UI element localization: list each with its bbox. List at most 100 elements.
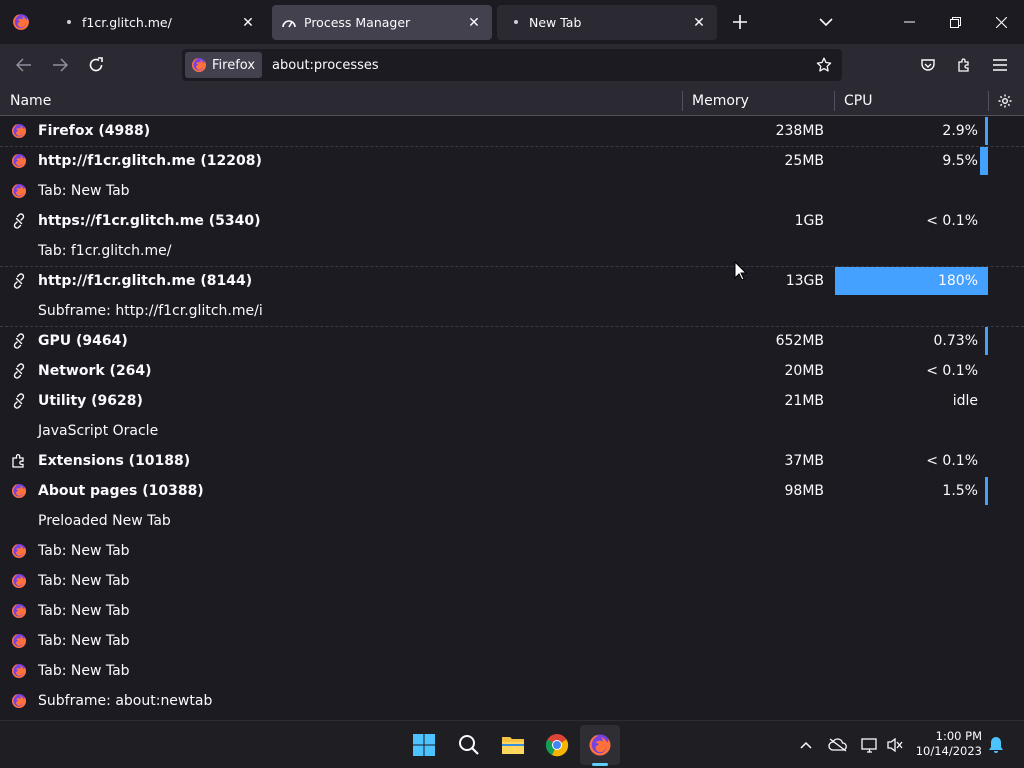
- process-memory: [690, 656, 824, 686]
- firefox-icon: [192, 58, 206, 72]
- process-child-row[interactable]: Tab: f1cr.glitch.me/: [0, 236, 1024, 266]
- process-row[interactable]: Utility (9628) 21MB idle: [0, 386, 1024, 416]
- process-cpu: < 0.1%: [926, 213, 978, 229]
- process-cpu: [844, 296, 978, 326]
- process-memory: [690, 416, 824, 446]
- process-child-row[interactable]: Tab: New Tab: [0, 176, 1024, 206]
- process-row[interactable]: Extensions (10188) 37MB < 0.1%: [0, 446, 1024, 476]
- column-header-memory[interactable]: Memory: [682, 86, 834, 115]
- process-memory: [690, 686, 824, 716]
- process-child-row[interactable]: Subframe: http://f1cr.glitch.me/i: [0, 296, 1024, 326]
- tab-process-manager[interactable]: Process Manager ✕: [272, 5, 492, 40]
- process-child-row[interactable]: JavaScript Oracle: [0, 416, 1024, 446]
- column-header-name[interactable]: Name: [0, 86, 682, 115]
- process-name: Tab: New Tab: [38, 573, 130, 589]
- process-row[interactable]: About pages (10388) 98MB 1.5%: [0, 476, 1024, 506]
- firefox-icon: [11, 693, 27, 709]
- close-window-icon[interactable]: [978, 0, 1024, 44]
- file-explorer-icon[interactable]: [497, 729, 529, 761]
- restore-icon[interactable]: [932, 0, 978, 44]
- back-arrow-icon[interactable]: [11, 52, 37, 78]
- extensions-puzzle-icon[interactable]: [951, 52, 977, 78]
- firefox-menu-icon[interactable]: [12, 13, 30, 31]
- process-child-row[interactable]: Tab: New Tab: [0, 656, 1024, 686]
- gear-icon[interactable]: [997, 93, 1013, 109]
- network-icon[interactable]: [860, 735, 880, 755]
- process-memory: [690, 536, 824, 566]
- column-header-cpu[interactable]: CPU: [834, 86, 988, 115]
- system-clock[interactable]: 1:00 PM 10/14/2023: [912, 729, 982, 759]
- windows-start-icon[interactable]: [408, 729, 440, 761]
- new-tab-plus-icon[interactable]: [728, 10, 752, 34]
- process-child-row[interactable]: Tab: New Tab: [0, 536, 1024, 566]
- close-icon[interactable]: ✕: [466, 15, 482, 31]
- puzzle-link-icon: [11, 213, 27, 229]
- tab-new-tab[interactable]: New Tab ✕: [497, 5, 717, 40]
- process-memory: 25MB: [784, 153, 825, 169]
- hamburger-menu-icon[interactable]: [987, 52, 1013, 78]
- process-cpu: [844, 656, 978, 686]
- cloud-offline-icon[interactable]: [828, 735, 848, 755]
- process-cpu: idle: [952, 393, 978, 409]
- process-row[interactable]: GPU (9464) 652MB 0.73%: [0, 326, 1024, 356]
- process-name: http://f1cr.glitch.me (12208): [38, 153, 262, 169]
- firefox-icon: [11, 153, 27, 169]
- process-cpu: [844, 506, 978, 536]
- process-row[interactable]: http://f1cr.glitch.me (8144) 13GB 180%: [0, 266, 1024, 296]
- process-cpu: < 0.1%: [926, 453, 978, 469]
- process-table: Name Memory CPU Firefox (4988) 238MB 2.9% h…: [0, 86, 1024, 720]
- process-cpu: [844, 416, 978, 446]
- tab-f1cr[interactable]: f1cr.glitch.me/ ✕: [50, 5, 266, 40]
- url-input[interactable]: about:processes: [272, 58, 810, 73]
- firefox-icon[interactable]: [584, 729, 616, 761]
- notification-bell-icon[interactable]: [986, 735, 1006, 755]
- process-memory: 238MB: [775, 123, 824, 139]
- clock-time: 1:00 PM: [935, 729, 982, 743]
- firefox-icon: [11, 183, 27, 199]
- reload-icon[interactable]: [83, 52, 109, 78]
- show-hidden-icons-chevron-up-icon[interactable]: [796, 735, 816, 755]
- process-cpu: [844, 236, 978, 266]
- process-name: Tab: New Tab: [38, 633, 130, 649]
- minimize-icon[interactable]: [886, 0, 932, 44]
- volume-muted-icon[interactable]: [885, 735, 905, 755]
- chrome-icon[interactable]: [541, 729, 573, 761]
- process-name: Tab: New Tab: [38, 543, 130, 559]
- process-name: JavaScript Oracle: [38, 423, 159, 439]
- bookmark-star-icon[interactable]: [810, 51, 838, 79]
- process-child-row[interactable]: Preloaded New Tab: [0, 506, 1024, 536]
- url-bar[interactable]: Firefox about:processes: [182, 49, 842, 81]
- clock-date: 10/14/2023: [915, 744, 982, 758]
- process-cpu: 180%: [937, 273, 978, 289]
- process-row[interactable]: Network (264) 20MB < 0.1%: [0, 356, 1024, 386]
- process-name: Utility (9628): [38, 393, 143, 409]
- close-icon[interactable]: ✕: [691, 15, 707, 31]
- tab-label: f1cr.glitch.me/: [82, 15, 172, 30]
- process-child-row[interactable]: Subframe: about:newtab: [0, 686, 1024, 716]
- process-cpu: 1.5%: [942, 483, 978, 499]
- forward-arrow-icon[interactable]: [47, 52, 73, 78]
- process-child-row[interactable]: Tab: New Tab: [0, 626, 1024, 656]
- process-row[interactable]: https://f1cr.glitch.me (5340) 1GB < 0.1%: [0, 206, 1024, 236]
- process-memory: [690, 566, 824, 596]
- pocket-icon[interactable]: [915, 52, 941, 78]
- process-cpu: [844, 176, 978, 206]
- process-row[interactable]: Firefox (4988) 238MB 2.9%: [0, 116, 1024, 146]
- process-cpu: 9.5%: [942, 153, 978, 169]
- identity-box[interactable]: Firefox: [185, 52, 263, 78]
- firefox-icon: [11, 663, 27, 679]
- process-memory: 652MB: [775, 333, 824, 349]
- process-memory: [690, 506, 824, 536]
- process-child-row[interactable]: Tab: New Tab: [0, 596, 1024, 626]
- table-header: Name Memory CPU: [0, 86, 1024, 116]
- search-icon[interactable]: [453, 729, 485, 761]
- column-divider[interactable]: [988, 91, 989, 111]
- process-name: Preloaded New Tab: [38, 513, 171, 529]
- close-icon[interactable]: ✕: [240, 15, 256, 31]
- process-child-row[interactable]: Tab: New Tab: [0, 566, 1024, 596]
- list-all-tabs-chevron-down-icon[interactable]: [814, 10, 838, 34]
- process-row[interactable]: http://f1cr.glitch.me (12208) 25MB 9.5%: [0, 146, 1024, 176]
- process-name: About pages (10388): [38, 483, 204, 499]
- firefox-icon: [11, 633, 27, 649]
- process-name: https://f1cr.glitch.me (5340): [38, 213, 261, 229]
